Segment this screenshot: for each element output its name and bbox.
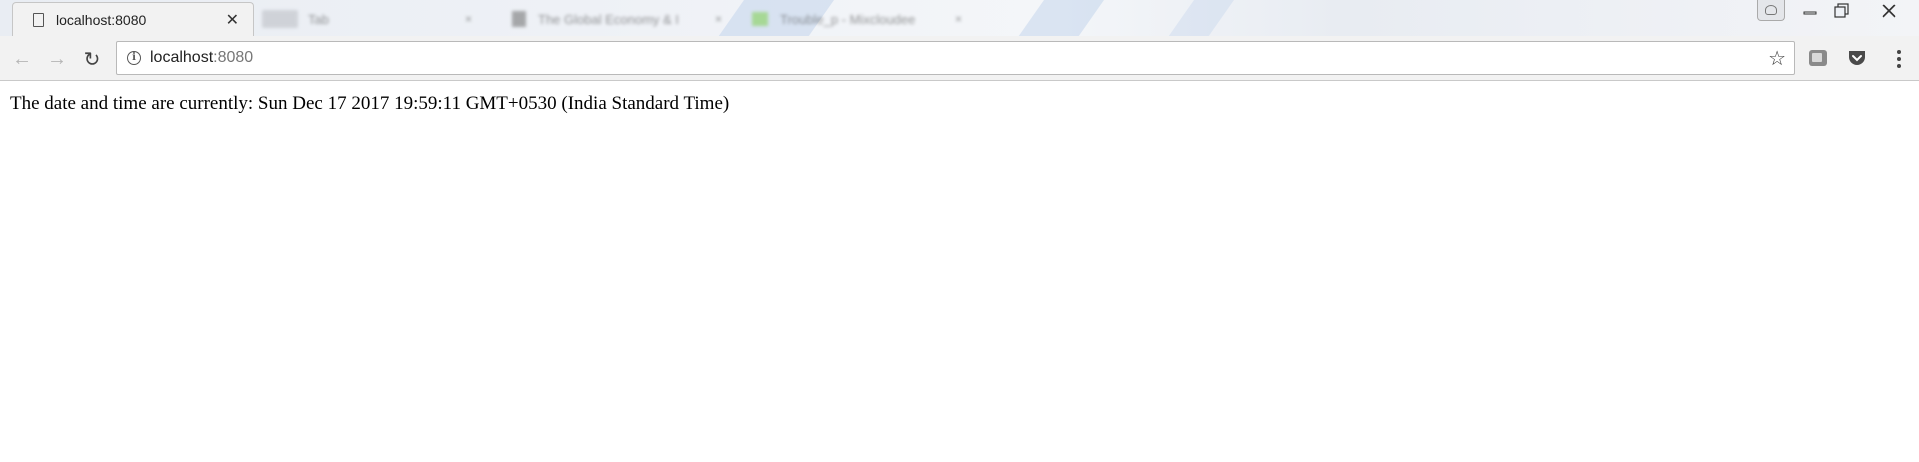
menu-dot-icon <box>1897 64 1901 69</box>
reload-button[interactable]: ↻ <box>81 48 103 71</box>
address-bar[interactable]: i localhost:8080 ☆ <box>116 41 1795 75</box>
tab-close-icon[interactable]: × <box>955 12 962 26</box>
pocket-icon <box>1849 51 1865 65</box>
tab-title: Trouble_p - Mixcloudee <box>780 11 916 27</box>
tab-background-1[interactable]: Tab × <box>262 2 482 36</box>
date-time-text: The date and time are currently: Sun Dec… <box>10 93 730 114</box>
back-arrow-icon: ← <box>12 47 32 70</box>
browser-toolbar: ← → ↻ i localhost:8080 ☆ <box>0 36 1919 81</box>
person-icon <box>1765 5 1777 15</box>
close-icon <box>1882 4 1896 18</box>
url-text[interactable]: localhost:8080 <box>150 49 253 67</box>
tab-thumbnail-icon <box>262 10 298 28</box>
tab-title: The Global Economy & I <box>538 11 679 27</box>
extension-button[interactable] <box>1808 48 1828 68</box>
url-port: :8080 <box>213 49 254 66</box>
bookmark-star-icon[interactable]: ☆ <box>1768 46 1786 71</box>
tab-localhost[interactable]: localhost:8080 ✕ <box>12 2 254 36</box>
file-icon <box>33 13 44 27</box>
restore-button[interactable] <box>1828 0 1856 22</box>
background-streak <box>1158 0 1242 36</box>
extension-icon <box>1809 50 1827 66</box>
forward-button[interactable]: → <box>46 48 68 70</box>
tab-strip: localhost:8080 ✕ Tab × The Global Econom… <box>0 0 1919 36</box>
forward-arrow-icon: → <box>47 47 67 70</box>
menu-dot-icon <box>1897 49 1901 54</box>
tab-close-icon[interactable]: × <box>465 12 472 26</box>
tab-close-icon[interactable]: ✕ <box>226 10 239 30</box>
profile-button[interactable] <box>1757 0 1785 21</box>
tab-background-2[interactable]: The Global Economy & I × <box>512 2 732 36</box>
tab-title: localhost:8080 <box>56 12 147 28</box>
url-host: localhost <box>150 49 214 66</box>
tab-favicon-icon <box>512 11 526 27</box>
tab-background-3[interactable]: Trouble_p - Mixcloudee × <box>752 2 972 36</box>
menu-dot-icon <box>1897 56 1901 61</box>
tab-close-icon[interactable]: × <box>715 12 722 26</box>
info-icon[interactable]: i <box>127 51 141 65</box>
page-content: The date and time are currently: Sun Dec… <box>0 81 1919 462</box>
browser-menu-button[interactable] <box>1892 48 1906 70</box>
background-streak <box>1008 0 1112 36</box>
minimize-button[interactable] <box>1796 0 1824 22</box>
back-button[interactable]: ← <box>11 48 33 70</box>
close-window-button[interactable] <box>1872 0 1906 22</box>
minimize-icon <box>1803 11 1817 15</box>
browser-window: localhost:8080 ✕ Tab × The Global Econom… <box>0 0 1919 462</box>
tab-title: Tab <box>308 11 329 27</box>
restore-icon <box>1834 3 1849 18</box>
pocket-button[interactable] <box>1847 48 1867 68</box>
tab-favicon-icon <box>752 12 768 26</box>
reload-icon: ↻ <box>83 48 101 71</box>
